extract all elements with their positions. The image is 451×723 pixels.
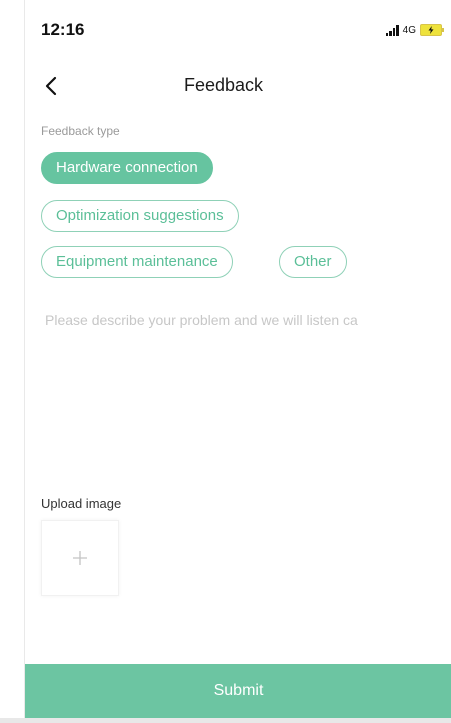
chip-hardware-connection[interactable]: Hardware connection bbox=[41, 152, 213, 184]
status-indicators: 4G bbox=[385, 24, 444, 36]
app-screen: 12:16 4G Feedback Feedback type Hardware… bbox=[24, 0, 451, 723]
chip-equipment-maintenance[interactable]: Equipment maintenance bbox=[41, 246, 233, 278]
network-type: 4G bbox=[402, 24, 416, 36]
upload-image-label: Upload image bbox=[41, 496, 122, 511]
signal-icon bbox=[385, 24, 399, 36]
plus-icon bbox=[73, 551, 87, 565]
status-bar: 12:16 4G bbox=[25, 0, 451, 60]
status-time: 12:16 bbox=[41, 20, 85, 39]
upload-image-button[interactable] bbox=[41, 520, 119, 596]
problem-description-input[interactable] bbox=[45, 312, 445, 472]
chip-other[interactable]: Other bbox=[279, 246, 347, 278]
submit-button[interactable]: Submit bbox=[25, 664, 451, 718]
navigation-bar: Feedback bbox=[25, 64, 451, 108]
page-title: Feedback bbox=[183, 75, 264, 95]
feedback-type-label: Feedback type bbox=[41, 124, 120, 138]
battery-charging-icon bbox=[420, 24, 444, 36]
chip-optimization-suggestions[interactable]: Optimization suggestions bbox=[41, 200, 239, 232]
bottom-edge bbox=[0, 718, 451, 723]
screen-margin bbox=[0, 0, 24, 723]
